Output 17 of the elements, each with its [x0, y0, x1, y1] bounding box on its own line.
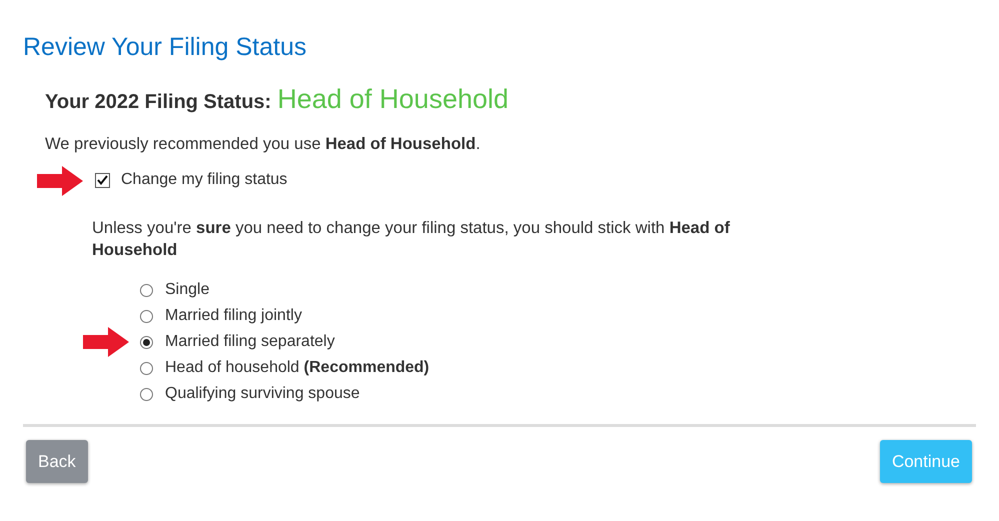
option-label[interactable]: Qualifying surviving spouse	[165, 385, 360, 403]
status-label: Your 2022 Filing Status:	[45, 91, 272, 114]
radio-button[interactable]	[140, 388, 153, 400]
advice-text: Unless you're sure you need to change your filing status, you should stick with Head of Household	[92, 218, 731, 261]
status-value: Head of Household	[277, 84, 509, 115]
radio-button[interactable]	[140, 310, 153, 322]
option-label[interactable]: Married filing jointly	[165, 307, 302, 325]
radio-button[interactable]	[140, 362, 153, 374]
checkbox[interactable]	[95, 172, 110, 188]
checkbox-label[interactable]: Change my filing status	[121, 171, 288, 189]
radio-button[interactable]	[140, 336, 153, 348]
option-label[interactable]: Single	[165, 281, 210, 299]
option-label[interactable]: Married filing separately	[165, 333, 335, 351]
page-title: Review Your Filing Status	[23, 32, 308, 63]
option-label[interactable]: Head of household (Recommended)	[165, 359, 430, 377]
radio-button[interactable]	[140, 284, 153, 296]
recommendation-text: We previously recommended you use Head of Household.	[45, 135, 482, 154]
